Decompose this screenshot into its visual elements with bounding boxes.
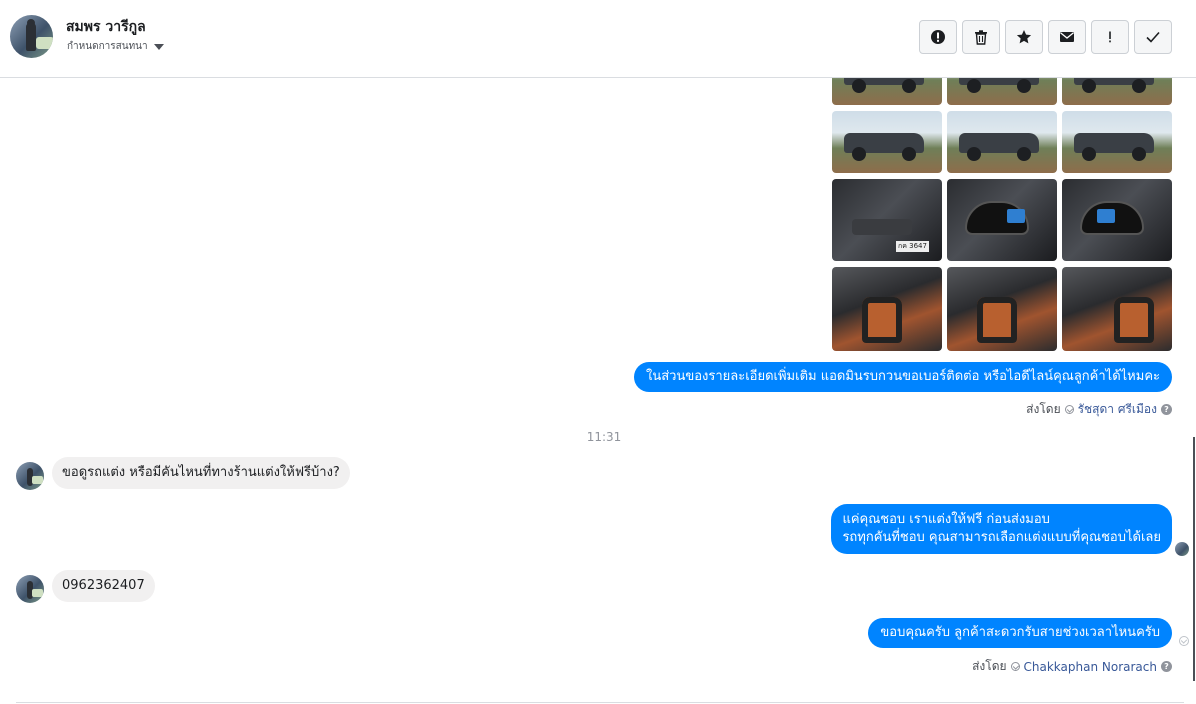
help-icon[interactable]: ? [1161,404,1172,415]
photo-thumbnail[interactable] [1062,111,1172,173]
help-icon[interactable]: ? [1161,661,1172,672]
contact-name[interactable]: สมพร วารีกูล [66,16,146,38]
photo-thumbnail[interactable] [947,111,1057,173]
envelope-icon [1060,32,1074,42]
star-icon [1016,30,1032,44]
outgoing-message[interactable]: ขอบคุณครับ ลูกค้าสะดวกรับสายช่วงเวลาไหนค… [868,618,1172,648]
photo-thumbnail[interactable] [947,267,1057,351]
caret-down-icon [153,43,164,50]
outgoing-message[interactable]: แค่คุณชอบ เราแต่งให้ฟรี ก่อนส่งมอบ รถทุก… [831,504,1172,554]
done-button[interactable] [1134,20,1172,54]
sent-by-info: ส่งโดย รัชสุดา ศรีเมือง ? [1026,400,1172,419]
photo-thumbnail[interactable] [832,267,942,351]
delete-button[interactable] [962,20,1000,54]
message-line: แค่คุณชอบ เราแต่งให้ฟรี ก่อนส่งมอบ [842,512,1050,527]
photo-attachments: กค 3647 [832,78,1172,353]
outgoing-message[interactable]: ในส่วนของรายละเอียดเพิ่มเติม แอดมินรบกวน… [633,362,1172,392]
verified-icon [1010,662,1020,671]
important-button[interactable] [1091,20,1129,54]
exclamation-icon [1109,31,1111,43]
photo-thumbnail[interactable] [947,179,1057,261]
sender-name[interactable]: รัชสุดา ศรีเมือง [1078,400,1157,419]
star-button[interactable] [1005,20,1043,54]
conversation-header: สมพร วารีกูล กำหนดการสนทนา [0,0,1196,78]
incoming-message[interactable]: 0962362407 [52,570,155,602]
sender-name[interactable]: Chakkaphan Norarach [1024,660,1157,674]
alert-circle-icon [931,30,945,44]
sent-by-info: ส่งโดย Chakkaphan Norarach ? [972,657,1172,676]
composer-divider [16,702,1184,703]
mark-unread-button[interactable] [1048,20,1086,54]
photo-thumbnail[interactable] [832,78,942,105]
incoming-message[interactable]: ขอดูรถแต่ง หรือมีคันไหนที่ทางร้านแต่งให้… [52,457,350,489]
sent-by-label: ส่งโดย [1026,402,1061,416]
trash-icon [975,30,987,45]
photo-thumbnail[interactable] [1062,78,1172,105]
contact-avatar-small[interactable] [16,575,44,603]
read-receipt-avatar [1175,542,1189,556]
delivered-check-icon [1179,636,1189,646]
sent-by-label: ส่งโดย [972,659,1007,673]
photo-thumbnail[interactable] [1062,267,1172,351]
conversation-settings-dropdown[interactable]: กำหนดการสนทนา [67,39,164,54]
photo-thumbnail[interactable] [947,78,1057,105]
photo-thumbnail[interactable]: กค 3647 [832,179,942,261]
contact-avatar-small[interactable] [16,462,44,490]
photo-thumbnail[interactable] [832,111,942,173]
verified-icon [1064,405,1074,414]
check-icon [1146,31,1160,43]
scrollbar[interactable] [1193,437,1195,681]
message-timestamp: 11:31 [586,430,622,444]
report-button[interactable] [919,20,957,54]
plate-text: กค 3647 [896,241,929,252]
conversation-settings-label: กำหนดการสนทนา [67,41,148,52]
toolbar-actions [919,20,1172,54]
photo-thumbnail[interactable] [1062,179,1172,261]
message-line: รถทุกคันที่ชอบ คุณสามารถเลือกแต่งแบบที่ค… [842,530,1161,545]
contact-avatar[interactable] [10,15,53,58]
